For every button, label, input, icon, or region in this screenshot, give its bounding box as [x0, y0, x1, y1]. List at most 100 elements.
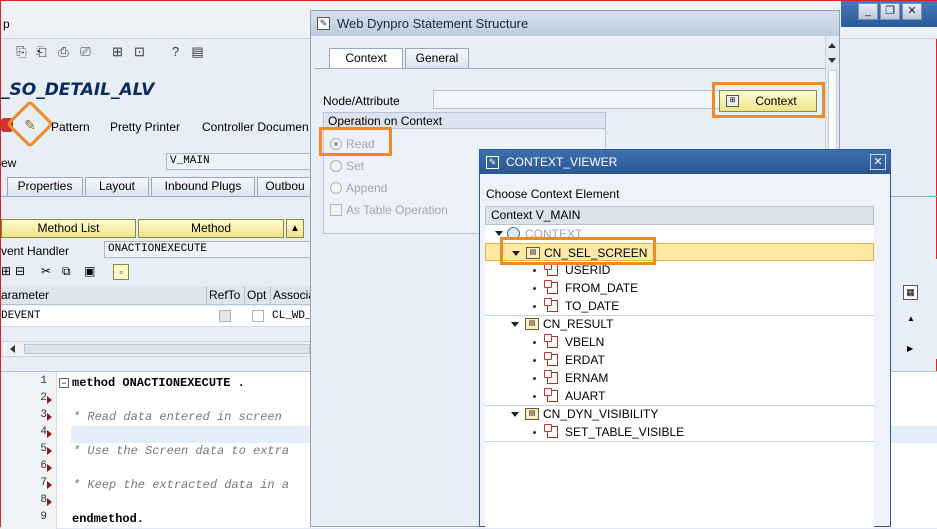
collapse-icon[interactable]: −	[59, 378, 69, 388]
menu-fragment[interactable]: p	[3, 17, 10, 31]
toolbar-icon-3[interactable]: ⎙	[55, 43, 72, 60]
method-list-label: Method List	[37, 221, 100, 235]
code-line[interactable]: * Use the Screen data to extra	[73, 443, 289, 460]
code-line[interactable]: * Read data entered in screen	[73, 409, 282, 426]
code-line[interactable]: method ONACTIONEXECUTE .	[72, 375, 245, 392]
node-attribute-input[interactable]	[433, 90, 721, 109]
context-attribute-label: ERDAT	[565, 353, 605, 367]
breakpoint-marker-icon[interactable]	[47, 481, 52, 489]
choose-element-label: Choose Context Element	[486, 187, 620, 201]
breakpoint-marker-icon[interactable]	[47, 498, 52, 506]
expand-icon[interactable]	[511, 322, 519, 327]
param-name-cell: DEVENT	[1, 310, 41, 322]
context-attribute-label: VBELN	[565, 335, 605, 349]
context-attribute-row[interactable]: SET_TABLE_VISIBLE	[485, 423, 874, 441]
grid-layout-icon[interactable]: ▦	[903, 285, 918, 300]
scroll-left-icon[interactable]	[10, 345, 15, 353]
restore-icon[interactable]: ❐	[880, 3, 900, 20]
minimize-icon[interactable]: _	[858, 3, 878, 20]
code-line[interactable]: * Keep the extracted data in a	[73, 477, 289, 494]
paste-icon[interactable]: ▣	[84, 264, 95, 278]
set-radio[interactable]	[330, 160, 342, 172]
grid-hscrollbar[interactable]	[1, 341, 311, 357]
toolbar-icon-2[interactable]: ⎗	[33, 43, 50, 60]
tab-inbound-plugs[interactable]: Inbound Plugs	[151, 177, 255, 196]
context-viewer-icon: ✎	[486, 156, 499, 169]
line-number: 2	[40, 392, 47, 404]
context-node-icon: ▤	[525, 408, 539, 420]
details-icon[interactable]: ▫	[113, 264, 129, 280]
tab-general[interactable]: General	[405, 48, 469, 68]
tab-properties[interactable]: Properties	[7, 177, 83, 196]
help-icon[interactable]: ?	[167, 43, 184, 60]
layout-icon[interactable]: ▤	[189, 43, 206, 60]
scroll-right-icon[interactable]: ▶	[907, 344, 913, 353]
attribute-icon	[544, 352, 558, 366]
close-icon[interactable]: ✕	[902, 3, 922, 20]
cut-icon[interactable]: ✂	[41, 264, 51, 278]
controller-documentation-button[interactable]: Controller Documen	[202, 120, 309, 134]
code-line[interactable]: endmethod.	[72, 511, 144, 528]
col-parameter[interactable]: arameter	[1, 286, 49, 305]
table-operation-checkbox[interactable]	[330, 204, 342, 216]
context-attribute-label: AUART	[565, 389, 606, 403]
insert-row-icon[interactable]: ⊞	[1, 264, 11, 278]
wand-highlight	[5, 99, 55, 149]
col-associated[interactable]: Associa	[270, 286, 315, 305]
context-node-row[interactable]: ▤ CN_DYN_VISIBILITY	[485, 405, 874, 423]
toolbar-icon-6[interactable]: ⊡	[131, 43, 148, 60]
col-opt[interactable]: Opt	[244, 286, 266, 305]
context-attribute-row[interactable]: VBELN	[485, 333, 874, 351]
breakpoint-marker-icon[interactable]	[47, 430, 52, 438]
context-attribute-label: SET_TABLE_VISIBLE	[565, 425, 685, 439]
opt-checkbox[interactable]	[252, 310, 264, 322]
expand-icon[interactable]	[511, 412, 519, 417]
method-list-button[interactable]: Method List	[1, 219, 136, 238]
append-radio[interactable]	[330, 182, 342, 194]
pretty-printer-button[interactable]: Pretty Printer	[110, 120, 180, 134]
refto-checkbox[interactable]	[219, 310, 231, 322]
dialog-title-bar[interactable]: ✎ Web Dynpro Statement Structure	[311, 11, 839, 36]
context-attribute-row[interactable]: FROM_DATE	[485, 279, 874, 297]
copy-icon[interactable]: ⧉	[62, 264, 71, 279]
attribute-icon	[544, 298, 558, 312]
tab-outbound[interactable]: Outbou	[257, 177, 313, 196]
close-icon[interactable]: ✕	[870, 154, 886, 170]
toolbar-icon-1[interactable]: ⎘	[13, 43, 30, 60]
method-button[interactable]: Method	[138, 219, 284, 238]
tree-bullet	[533, 431, 536, 434]
tree-bullet	[533, 377, 536, 380]
col-refto[interactable]: RefTo	[206, 286, 240, 305]
context-viewer-title-bar[interactable]: ✎ CONTEXT_VIEWER ✕	[480, 150, 890, 174]
context-attribute-row[interactable]: AUART	[485, 387, 874, 405]
expand-icon[interactable]	[495, 231, 503, 236]
breakpoint-marker-icon[interactable]	[47, 413, 52, 421]
context-tree-header: Context V_MAIN	[485, 206, 874, 225]
hscroll-thumb[interactable]	[24, 344, 310, 354]
context-viewer-dialog: ✎ CONTEXT_VIEWER ✕ Choose Context Elemen…	[479, 149, 891, 528]
scroll-up-icon[interactable]: ▲	[907, 314, 915, 323]
toolbar-icon-5[interactable]: ⊞	[109, 43, 126, 60]
dialog-scroll-down-icon[interactable]	[828, 58, 836, 63]
tab-context[interactable]: Context	[329, 48, 403, 68]
context-attribute-row[interactable]: ERDAT	[485, 351, 874, 369]
toolbar-icon-4[interactable]: ⎚	[77, 43, 94, 60]
delete-row-icon[interactable]: ⊟	[15, 264, 25, 278]
context-attribute-row[interactable]: ERNAM	[485, 369, 874, 387]
dialog-scroll-up-icon[interactable]	[828, 43, 836, 48]
tab-layout[interactable]: Layout	[85, 177, 149, 196]
grid-toolbar: ⊞ ⊟ ✂ ⧉ ▣ ▫	[1, 263, 131, 281]
pattern-button[interactable]: Pattern	[51, 120, 90, 134]
context-node-row[interactable]: ▤ CN_RESULT	[485, 315, 874, 333]
breakpoint-marker-icon[interactable]	[47, 464, 52, 472]
attribute-icon	[544, 424, 558, 438]
context-attribute-label: TO_DATE	[565, 299, 620, 313]
event-handler-field: ONACTIONEXECUTE	[104, 241, 311, 258]
context-attribute-row[interactable]: TO_DATE	[485, 297, 874, 315]
grid-header: arameter RefTo Opt Associa	[1, 286, 315, 305]
append-label: Append	[346, 181, 388, 195]
table-row[interactable]: DEVENT CL_WD_	[1, 306, 312, 327]
up-arrow-button[interactable]: ▲	[286, 219, 304, 238]
breakpoint-marker-icon[interactable]	[47, 396, 52, 404]
breakpoint-marker-icon[interactable]	[47, 447, 52, 455]
